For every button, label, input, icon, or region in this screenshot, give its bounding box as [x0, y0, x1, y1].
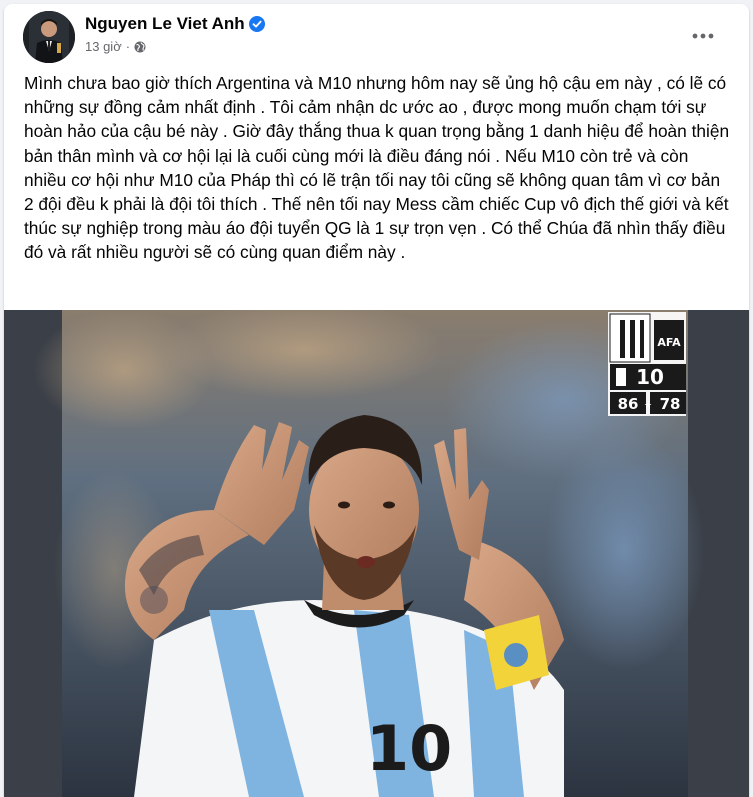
author-name-row: Nguyen Le Viet Anh: [85, 14, 265, 34]
meta-separator: ·: [125, 39, 131, 54]
post-header: Nguyen Le Viet Anh 13 giờ ·: [4, 4, 749, 64]
team-badge: AFA 10 86 78 ★: [608, 312, 686, 416]
post-meta: 13 giờ ·: [85, 39, 146, 54]
badge-text-2: 78: [660, 395, 681, 413]
globe-icon[interactable]: [134, 41, 146, 53]
feed-post: Nguyen Le Viet Anh 13 giờ · Mình chưa ba…: [4, 4, 749, 797]
badge-text-1: 86: [618, 395, 639, 413]
post-photo[interactable]: 10 AFA 10 86 78 ★: [4, 310, 749, 797]
more-options-icon[interactable]: [685, 18, 721, 54]
badge-number: 10: [636, 365, 664, 389]
jersey-number: 10: [366, 712, 452, 785]
post-timestamp[interactable]: 13 giờ: [85, 39, 122, 54]
post-body: Mình chưa bao giờ thích Argentina và M10…: [24, 71, 730, 265]
author-name[interactable]: Nguyen Le Viet Anh: [85, 14, 245, 34]
verified-badge-icon: [248, 16, 265, 32]
author-avatar[interactable]: [23, 11, 75, 63]
badge-logo: AFA: [657, 336, 681, 349]
svg-text:★: ★: [644, 401, 652, 411]
post-text: Mình chưa bao giờ thích Argentina và M10…: [24, 73, 730, 263]
